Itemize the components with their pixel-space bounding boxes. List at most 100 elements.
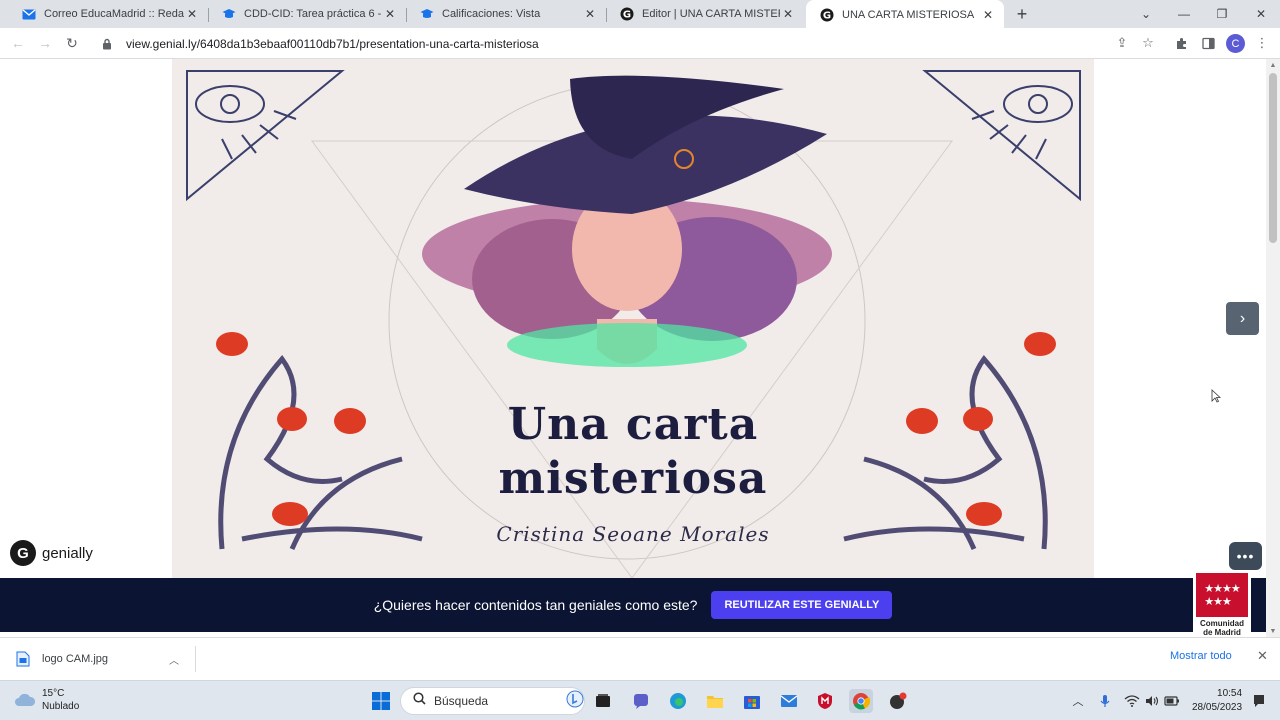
download-file-name: logo CAM.jpg (42, 653, 109, 665)
slide-title-line2: misteriosa (498, 453, 768, 504)
tab-correo[interactable]: Correo EducaMadrid :: Redactar ✕ (8, 0, 208, 28)
screen: Correo EducaMadrid :: Redactar ✕ CDD-CID… (0, 0, 1280, 720)
bookmark-star-icon[interactable]: ☆ (1139, 34, 1157, 52)
image-file-icon (16, 651, 30, 667)
taskbar-clock[interactable]: 10:54 28/05/2023 (1192, 687, 1242, 715)
notifications-icon[interactable] (1251, 693, 1267, 709)
address-bar[interactable]: view.genial.ly/6408da1b3ebaaf00110db7b1/… (90, 31, 1170, 56)
scroll-down-arrow-icon[interactable]: ▼ (1266, 625, 1280, 637)
slide-title: Una carta misteriosa (172, 398, 1094, 506)
back-icon[interactable]: ← (7, 32, 29, 54)
weather-widget[interactable]: 15°C Nublado (14, 687, 79, 713)
chevron-up-icon[interactable]: ︿ (169, 652, 185, 667)
wifi-icon[interactable] (1124, 693, 1140, 709)
side-panel-icon[interactable] (1199, 34, 1217, 52)
clock-time: 10:54 (1217, 688, 1243, 699)
cam-logo-text: Comunidad de Madrid (1200, 619, 1244, 637)
sun-eye-left (186, 70, 345, 202)
reload-icon[interactable]: ↻ (61, 32, 83, 54)
volume-icon[interactable] (1144, 693, 1160, 709)
tab-cdd-cid[interactable]: CDD-CID: Tarea práctica 6 - Nive ✕ (208, 0, 406, 28)
bing-search-icon (566, 690, 584, 713)
browser-menu-icon[interactable]: ⋮ (1253, 34, 1271, 52)
mail-app-icon[interactable] (777, 689, 801, 713)
svg-text:G: G (623, 10, 631, 21)
close-tab-icon[interactable]: ✕ (184, 6, 200, 22)
genially-brand-text: genially (42, 544, 93, 562)
browser-toolbar: ← → ↻ view.genial.ly/6408da1b3ebaaf00110… (0, 28, 1280, 59)
search-placeholder: Búsqueda (434, 694, 489, 708)
graduation-cap-icon (420, 7, 434, 21)
genially-icon: G (820, 8, 834, 22)
graduation-cap-icon (222, 7, 236, 21)
clock-date: 28/05/2023 (1192, 702, 1243, 713)
close-tab-icon[interactable]: ✕ (582, 6, 598, 22)
mail-icon (22, 7, 36, 21)
show-all-downloads-link[interactable]: Mostrar todo (1170, 650, 1232, 662)
new-tab-icon[interactable]: + (1011, 3, 1033, 25)
tab-una-carta-misteriosa[interactable]: G UNA CARTA MISTERIOSA ✕ (806, 0, 1004, 30)
teams-chat-icon[interactable] (629, 689, 653, 713)
slide-author: Cristina Seoane Morales (496, 522, 770, 546)
tab-editor[interactable]: G Editor | UNA CARTA MISTERIOSA ✕ (606, 0, 804, 28)
close-tab-icon[interactable]: ✕ (382, 6, 398, 22)
scroll-up-arrow-icon[interactable]: ▲ (1266, 59, 1280, 71)
svg-text:G: G (823, 11, 831, 22)
cloud-icon (15, 693, 36, 706)
windows-taskbar: 15°C Nublado Búsqueda ︿ 10:54 28/05/2023 (0, 680, 1280, 720)
next-slide-button[interactable]: › (1226, 302, 1259, 335)
comunidad-madrid-logo: ★★★★ ★★★ Comunidad de Madrid (1193, 571, 1251, 638)
battery-icon[interactable] (1164, 693, 1180, 709)
tab-title: Editor | UNA CARTA MISTERIOSA (642, 8, 780, 20)
close-tab-icon[interactable]: ✕ (980, 7, 996, 23)
close-download-bar-icon[interactable]: ✕ (1257, 648, 1268, 664)
forward-icon[interactable]: → (34, 32, 56, 54)
tab-title: Calificaciones: Vista (442, 8, 541, 20)
page-viewport: Una carta misteriosa Cristina Seoane Mor… (0, 59, 1280, 638)
tab-title: UNA CARTA MISTERIOSA (842, 9, 975, 21)
show-hidden-icons-chevron[interactable]: ︿ (1070, 693, 1086, 709)
close-tab-icon[interactable]: ✕ (780, 6, 796, 22)
witch-illustration (422, 75, 832, 367)
genially-icon: G (620, 7, 634, 21)
more-options-button[interactable]: ••• (1229, 542, 1262, 570)
taskbar-search[interactable]: Búsqueda (400, 687, 585, 715)
genially-logo[interactable]: G genially (10, 540, 93, 566)
slide-title-line1: Una carta (507, 399, 759, 450)
madrid-flag-stars-icon: ★★★★ ★★★ (1196, 573, 1248, 617)
genially-icon: G (10, 540, 36, 566)
share-icon[interactable]: ⇪ (1113, 34, 1131, 52)
weather-text: Nublado (42, 701, 80, 712)
microphone-icon[interactable] (1097, 693, 1113, 709)
minimize-icon[interactable]: — (1165, 0, 1203, 28)
recording-app-icon[interactable] (886, 689, 910, 713)
presentation-slide: Una carta misteriosa Cristina Seoane Mor… (172, 59, 1094, 578)
browser-tab-strip: Correo EducaMadrid :: Redactar ✕ CDD-CID… (0, 0, 1280, 30)
mcafee-shield-icon[interactable] (813, 689, 837, 713)
extensions-icon[interactable] (1172, 34, 1190, 52)
chrome-icon[interactable] (849, 689, 873, 713)
windows-start-icon[interactable] (369, 689, 393, 713)
mouse-cursor-icon (1211, 389, 1221, 403)
lock-icon[interactable] (100, 37, 114, 51)
sun-eye-right (922, 70, 1081, 202)
edge-browser-icon[interactable] (666, 689, 690, 713)
task-view-icon[interactable] (591, 689, 615, 713)
temperature-text: 15°C (42, 688, 65, 699)
file-explorer-icon[interactable] (703, 689, 727, 713)
url-text: view.genial.ly/6408da1b3ebaaf00110db7b1/… (126, 36, 539, 51)
reuse-banner: ¿Quieres hacer contenidos tan geniales c… (0, 578, 1266, 632)
tab-title: Correo EducaMadrid :: Redactar (44, 8, 184, 20)
download-item[interactable]: logo CAM.jpg ︿ (10, 646, 196, 672)
banner-text: ¿Quieres hacer contenidos tan geniales c… (373, 597, 698, 613)
tab-calificaciones[interactable]: Calificaciones: Vista ✕ (406, 0, 606, 28)
page-scrollbar[interactable]: ▲ ▼ (1266, 59, 1280, 637)
profile-avatar[interactable]: C (1226, 34, 1245, 53)
tab-search-chevron-icon[interactable]: ⌄ (1127, 0, 1165, 28)
reuse-genially-button[interactable]: REUTILIZAR ESTE GENIALLY (711, 591, 893, 619)
window-close-icon[interactable]: ✕ (1242, 0, 1280, 28)
tab-title: CDD-CID: Tarea práctica 6 - Nive (244, 8, 382, 20)
scroll-thumb[interactable] (1269, 73, 1277, 243)
maximize-icon[interactable]: ❐ (1203, 0, 1241, 28)
microsoft-store-icon[interactable] (740, 689, 764, 713)
